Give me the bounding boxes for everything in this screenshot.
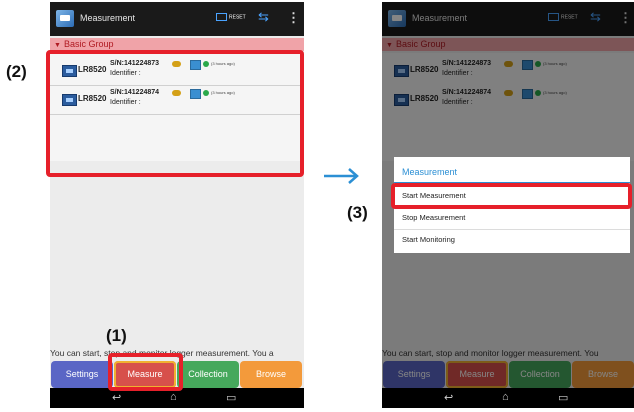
home-icon[interactable]: ⌂ xyxy=(170,391,177,403)
reset-icon xyxy=(216,13,227,21)
reset-label: RESET xyxy=(229,14,246,21)
next-step-arrow-icon xyxy=(324,168,359,184)
back-icon[interactable]: ↩ xyxy=(112,391,121,404)
tab-browse[interactable]: Browse xyxy=(240,361,302,388)
system-nav-bar: ↩ ⌂ ▭ xyxy=(50,388,304,408)
callout-label-two: (2) xyxy=(6,62,27,81)
app-logo-icon xyxy=(56,10,74,27)
system-nav-bar: ↩ ⌂ ▭ xyxy=(382,388,634,408)
callout-label-three: (3) xyxy=(347,203,368,222)
reset-button[interactable]: RESET xyxy=(216,13,246,21)
callout-box-start-measurement xyxy=(391,183,632,209)
callout-box-device-list xyxy=(46,50,304,177)
sync-icon[interactable]: ⇆ xyxy=(258,9,269,25)
overflow-menu-icon[interactable]: ⋮ xyxy=(287,10,300,26)
tab-settings[interactable]: Settings xyxy=(51,361,113,388)
recent-apps-icon[interactable]: ▭ xyxy=(558,391,568,404)
app-title: Measurement xyxy=(80,13,136,23)
back-icon[interactable]: ↩ xyxy=(444,391,453,404)
home-icon[interactable]: ⌂ xyxy=(502,391,509,403)
start-monitoring-item[interactable]: Start Monitoring xyxy=(394,229,630,251)
recent-apps-icon[interactable]: ▭ xyxy=(226,391,236,404)
stop-measurement-item[interactable]: Stop Measurement xyxy=(394,207,630,229)
dialog-title: Measurement xyxy=(402,167,458,177)
app-bar: Measurement RESET ⇆ ⋮ xyxy=(50,2,304,36)
callout-box-measure-tab xyxy=(108,353,183,391)
group-name: Basic Group xyxy=(63,39,114,49)
callout-label-one: (1) xyxy=(106,326,127,345)
tab-collection[interactable]: Collection xyxy=(177,361,239,388)
